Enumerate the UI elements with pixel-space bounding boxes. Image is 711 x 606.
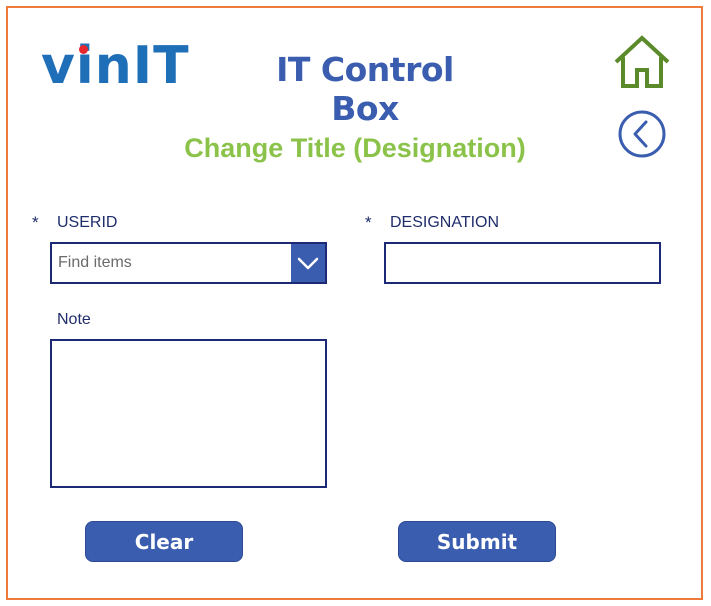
back-arrow-icon[interactable]	[617, 109, 667, 159]
page-subtitle: Change Title (Designation)	[184, 133, 526, 163]
userid-dropdown-button[interactable]	[291, 244, 325, 282]
clear-button[interactable]: Clear	[85, 521, 243, 562]
app-title: IT Control Box	[276, 50, 454, 128]
note-label: Note	[57, 311, 91, 328]
designation-required-marker: *	[365, 213, 372, 232]
userid-label: USERID	[57, 214, 118, 231]
logo-text: vinIT	[41, 36, 190, 96]
designation-label: DESIGNATION	[390, 214, 500, 231]
userid-combobox[interactable]	[50, 242, 327, 284]
vinit-logo: vinIT	[41, 36, 191, 96]
userid-required-marker: *	[32, 213, 39, 232]
logo-dot	[79, 45, 88, 54]
submit-button[interactable]: Submit	[398, 521, 556, 562]
userid-search-input[interactable]	[52, 244, 292, 282]
home-icon[interactable]	[612, 34, 672, 90]
chevron-down-icon	[297, 257, 319, 270]
designation-input[interactable]	[384, 242, 661, 284]
note-textarea[interactable]	[50, 339, 327, 488]
